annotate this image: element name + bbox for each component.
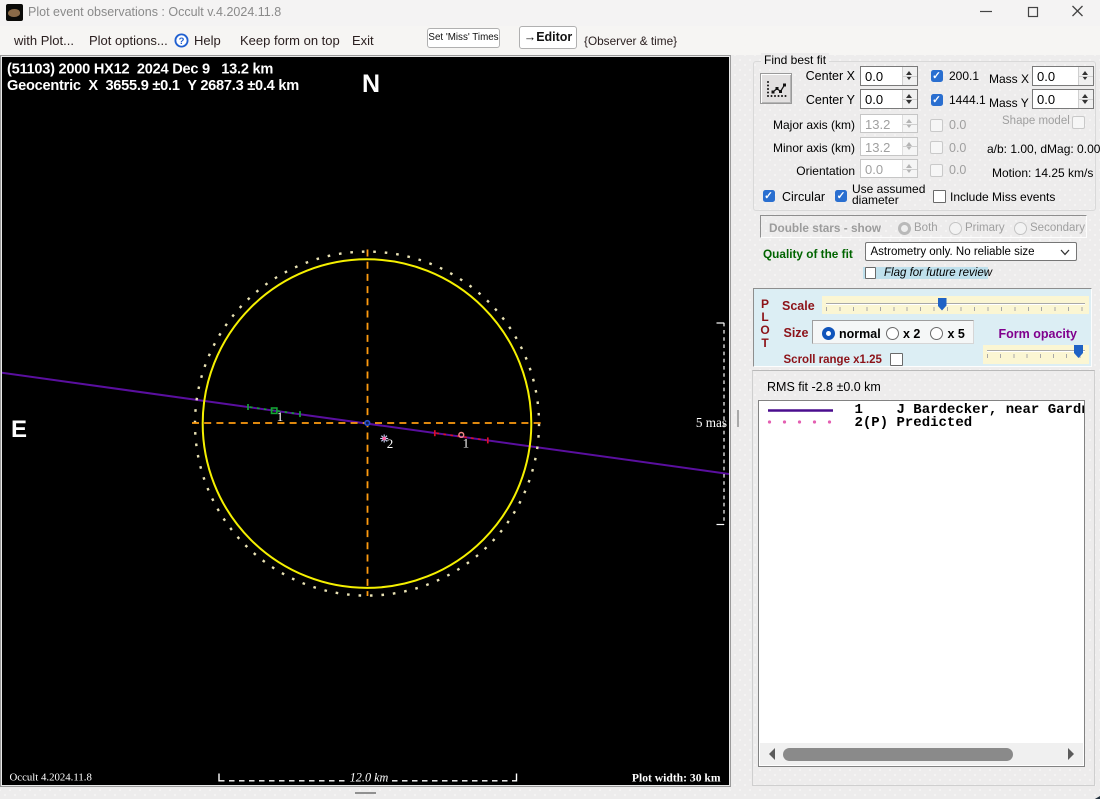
svg-text:(51103) 2000 HX12 2024 Dec 9: (51103) 2000 HX12 2024 Dec 9 13.2 km — [7, 61, 273, 77]
svg-text:E: E — [11, 416, 27, 443]
svg-text:Geocentric X 3655.9 ±0.1 Y: Geocentric X 3655.9 ±0.1 Y 2687.3 ±0.4 k… — [7, 78, 299, 94]
svg-text:12.0 km: 12.0 km — [350, 771, 389, 785]
svg-text:Plot width: 30 km: Plot width: 30 km — [632, 772, 721, 785]
svg-text:?: ? — [179, 36, 185, 47]
svg-text:1: 1 — [277, 409, 284, 424]
svg-text:Occult 4.2024.11.8: Occult 4.2024.11.8 — [10, 772, 92, 784]
svg-text:N: N — [362, 70, 380, 98]
svg-text:5 mas: 5 mas — [696, 415, 727, 430]
svg-text:2: 2 — [387, 436, 394, 451]
svg-text:1: 1 — [463, 436, 470, 451]
